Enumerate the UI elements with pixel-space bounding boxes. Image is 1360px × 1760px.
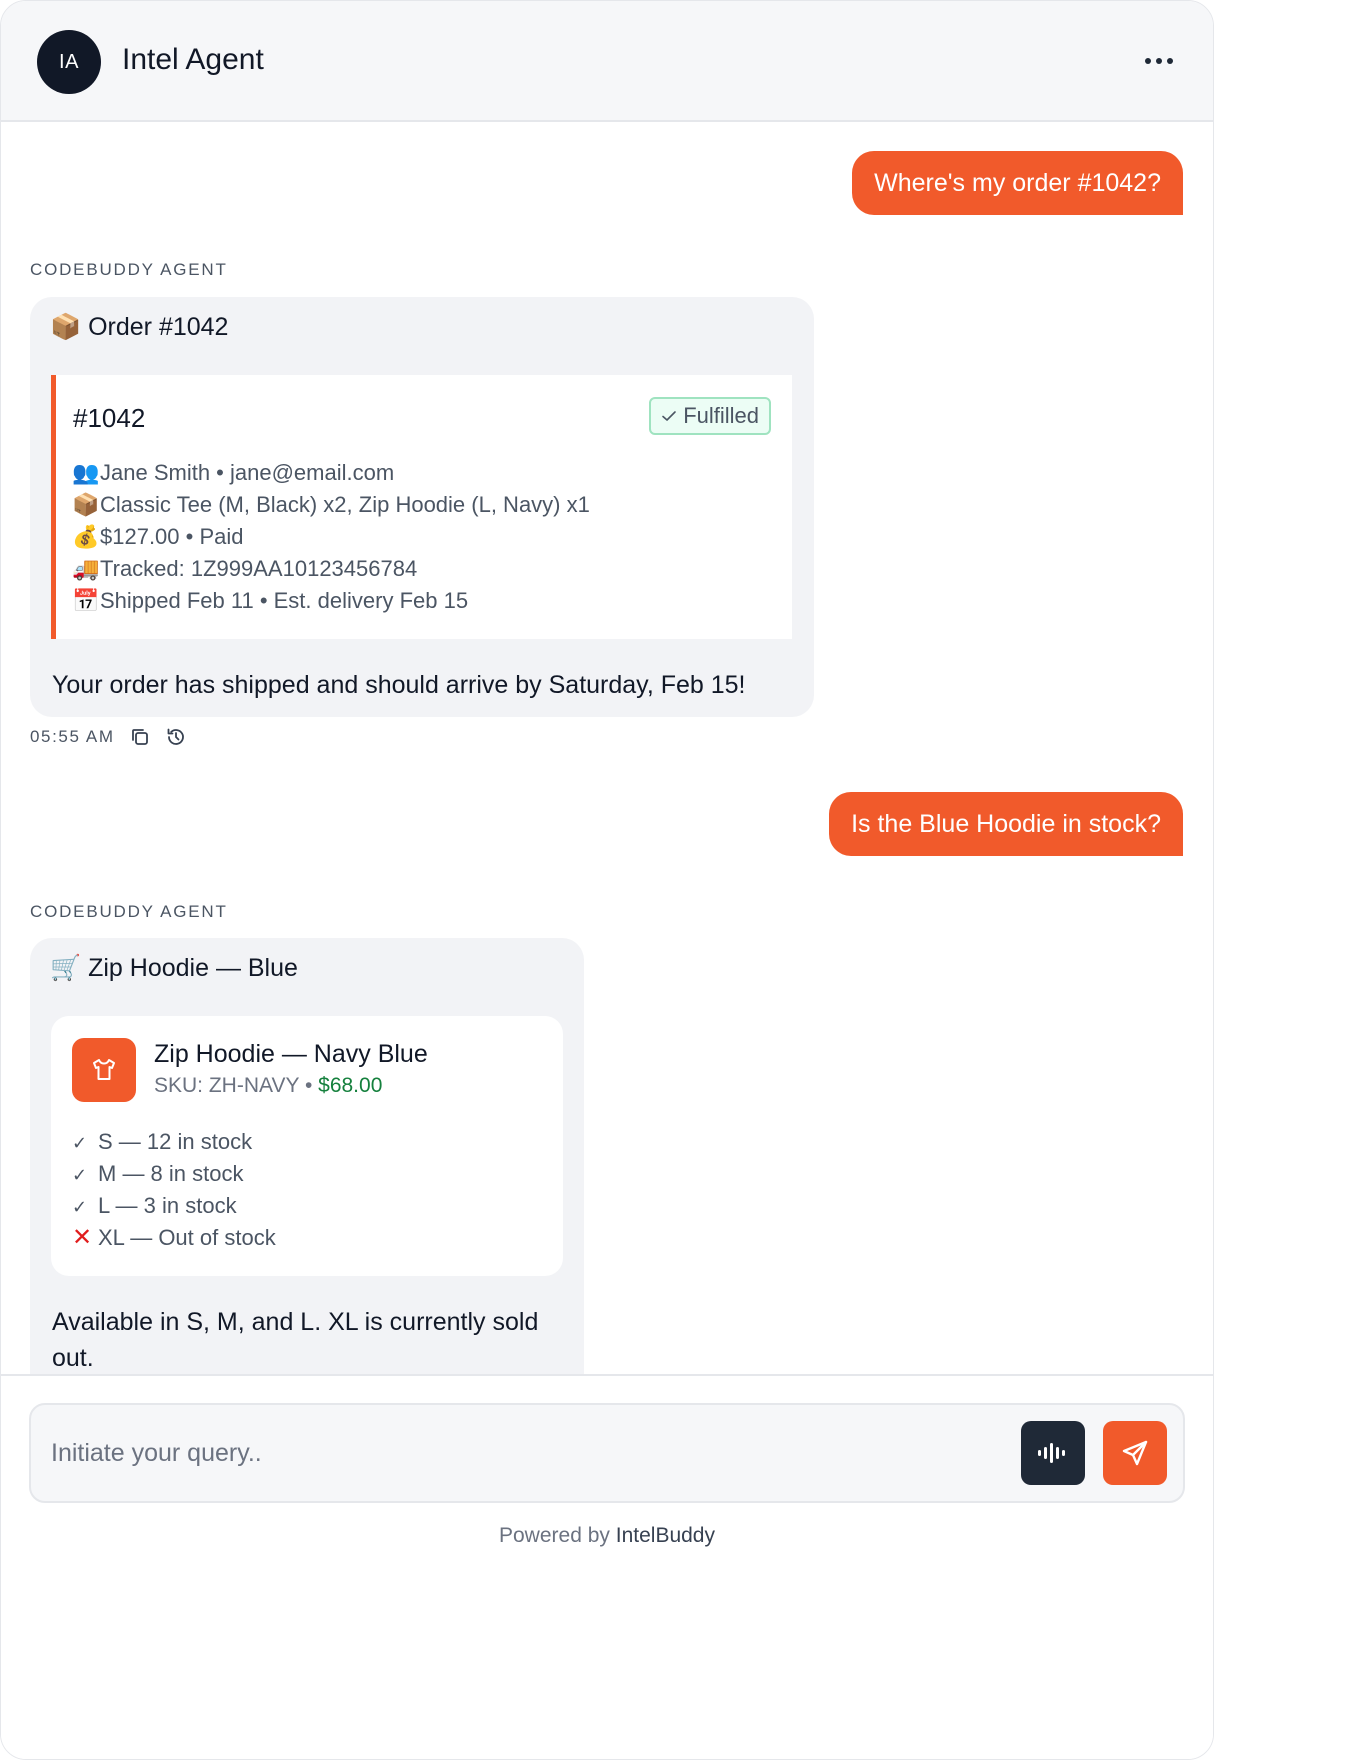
powered-by: Powered by IntelBuddy [1,1524,1213,1548]
order-card: #1042 Fulfilled 👥Jane Smith • jane@email… [51,375,792,639]
message-text: Available in S, M, and L. XL is currentl… [52,1308,539,1372]
product-price: $68.00 [318,1074,383,1097]
stock-text: M — 8 in stock [98,1161,244,1186]
order-tracking: 🚚Tracked: 1Z999AA10123456784 [72,553,590,585]
product-name: Zip Hoodie — Navy Blue [154,1040,428,1068]
product-sku: SKU: ZH-NAVY [154,1074,300,1097]
order-customer: 👥Jane Smith • jane@email.com [72,457,590,489]
query-input[interactable] [51,1431,991,1475]
order-customer-text: Jane Smith • jane@email.com [100,460,395,485]
more-options-button[interactable] [1135,45,1183,77]
message-title-text: Zip Hoodie — Blue [88,954,298,982]
order-id: #1042 [73,403,146,433]
agent-message: 🛒 Zip Hoodie — Blue Zip Hoodie — Navy Bl… [30,938,584,1374]
more-horizontal-icon [1145,58,1151,64]
composer [29,1403,1185,1503]
user-message: Where's my order #1042? [852,151,1183,215]
brand-link[interactable]: IntelBuddy [616,1524,715,1547]
money-bag-icon: 💰 [72,524,100,549]
product-card: Zip Hoodie — Navy Blue SKU: ZH-NAVY • $6… [51,1016,563,1276]
check-icon: ✓ [72,1197,88,1217]
check-icon [662,411,676,421]
order-tracking-text: Tracked: 1Z999AA10123456784 [100,556,418,581]
stock-text: L — 3 in stock [98,1193,237,1218]
package-icon: 📦 [72,492,100,517]
order-items: 📦Classic Tee (M, Black) x2, Zip Hoodie (… [72,489,590,521]
avatar: IA [37,30,101,94]
order-details: 👥Jane Smith • jane@email.com 📦Classic Te… [72,457,590,617]
stock-text: S — 12 in stock [98,1129,253,1154]
stock-text: XL — Out of stock [98,1225,276,1250]
powered-prefix: Powered by [499,1524,610,1547]
cart-icon: 🛒 [50,954,82,982]
user-message: Is the Blue Hoodie in stock? [829,792,1183,856]
copy-icon[interactable] [129,726,151,748]
message-title: 🛒 Zip Hoodie — Blue [50,954,298,983]
message-meta: 05:55 AM [30,726,187,748]
more-horizontal-icon [1156,58,1162,64]
composer-area: Powered by IntelBuddy [1,1374,1213,1759]
stock-row: ✓ L — 3 in stock [72,1190,276,1222]
check-icon: ✓ [72,1165,88,1185]
message-title-text: Order #1042 [88,313,229,341]
truck-icon: 🚚 [72,556,100,581]
stock-row: ✓ S — 12 in stock [72,1126,276,1158]
audio-wave-icon [1038,1443,1065,1463]
message-text: Your order has shipped and should arrive… [52,671,746,699]
send-button[interactable] [1103,1421,1167,1485]
voice-button[interactable] [1021,1421,1085,1485]
more-horizontal-icon [1167,58,1173,64]
status-badge: Fulfilled [649,397,771,435]
chat-widget: IA Intel Agent Where's my order #1042? C… [0,0,1214,1760]
order-items-text: Classic Tee (M, Black) x2, Zip Hoodie (L… [100,492,590,517]
order-shipping: 📅Shipped Feb 11 • Est. delivery Feb 15 [72,585,590,617]
product-thumbnail [72,1038,136,1102]
cross-icon: ✕ [72,1224,93,1251]
send-icon [1122,1440,1148,1466]
order-shipping-text: Shipped Feb 11 • Est. delivery Feb 15 [100,588,469,613]
product-meta: SKU: ZH-NAVY • $68.00 [154,1074,382,1098]
agent-name: Intel Agent [122,43,264,76]
timestamp: 05:55 AM [30,727,115,746]
stock-list: ✓ S — 12 in stock ✓ M — 8 in stock ✓ L — 3 … [72,1126,276,1254]
message-list[interactable]: Where's my order #1042? CODEBUDDY AGENT … [1,124,1213,1374]
sender-label: CODEBUDDY AGENT [30,902,228,921]
check-icon: ✓ [72,1133,88,1153]
order-payment: 💰$127.00 • Paid [72,521,590,553]
status-text: Fulfilled [683,403,759,428]
order-payment-text: $127.00 • Paid [100,524,244,549]
chat-header: IA Intel Agent [1,1,1213,122]
stock-row: ✓ M — 8 in stock [72,1158,276,1190]
sender-label: CODEBUDDY AGENT [30,260,228,279]
meta-separator: • [304,1074,313,1097]
agent-message: 📦 Order #1042 #1042 Fulfilled 👥Jane Smit… [30,297,814,717]
stock-row: ✕ XL — Out of stock [72,1222,276,1254]
history-icon[interactable] [165,726,187,748]
message-title: 📦 Order #1042 [50,313,228,342]
package-icon: 📦 [50,313,82,341]
tshirt-icon [93,1059,115,1080]
calendar-icon: 📅 [72,588,100,613]
people-icon: 👥 [72,460,100,485]
